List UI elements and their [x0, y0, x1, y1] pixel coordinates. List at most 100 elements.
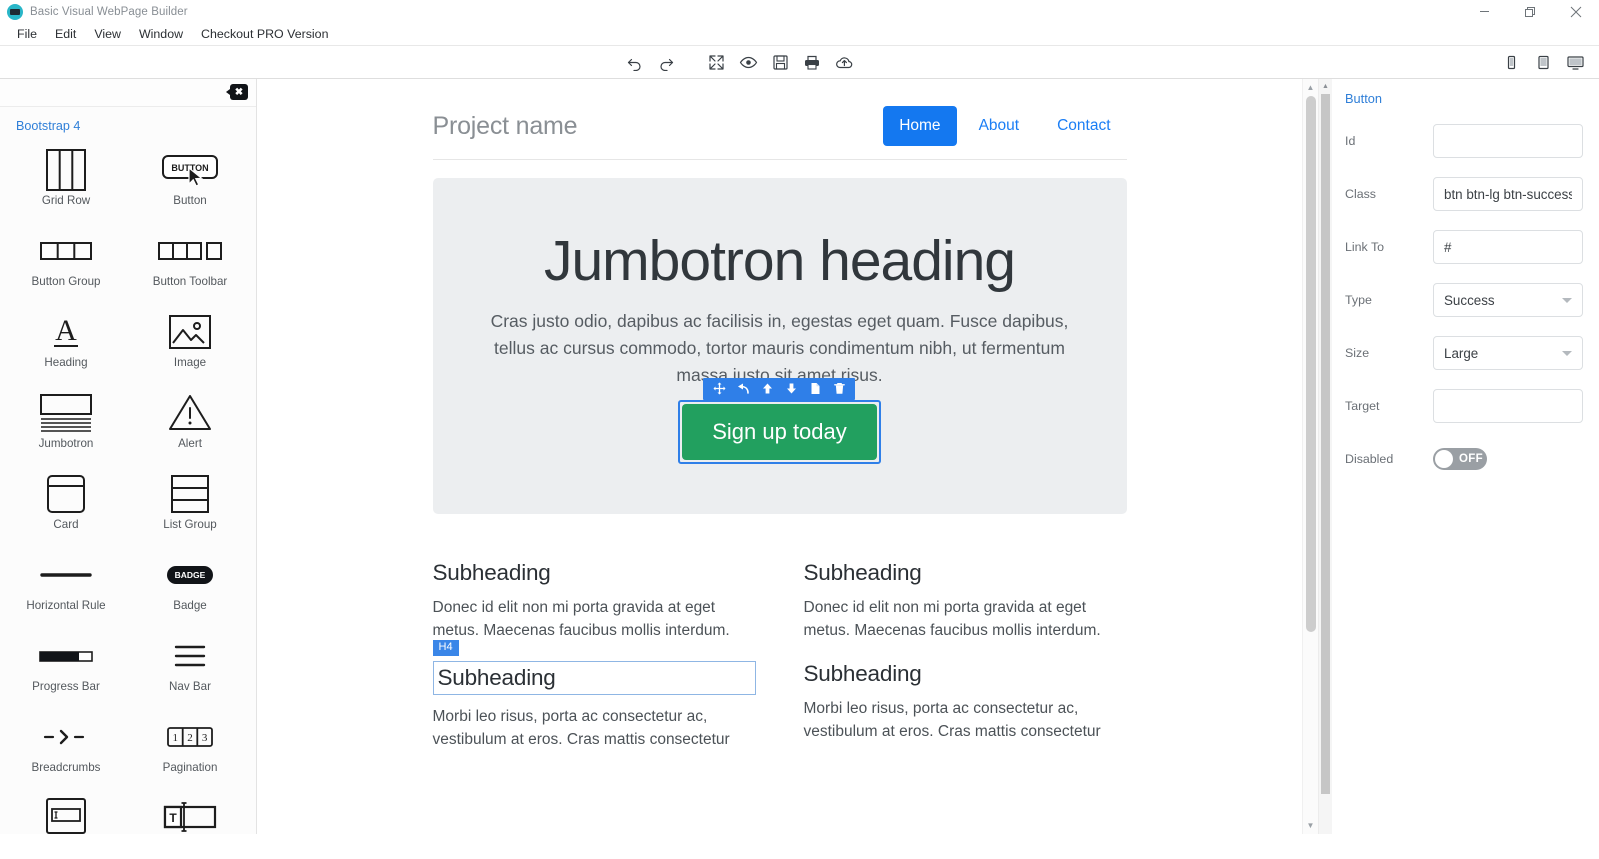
id-input[interactable]	[1433, 124, 1583, 158]
column-heading[interactable]: Subheading	[804, 661, 1127, 687]
sidebar-item-label: Jumbotron	[38, 437, 94, 450]
scroll-up-icon[interactable]: ▲	[1322, 79, 1329, 93]
menu-item-edit[interactable]: Edit	[46, 23, 85, 45]
phone-view-button[interactable]	[1495, 47, 1527, 77]
column-paragraph[interactable]: Donec id elit non mi porta gravida at eg…	[804, 596, 1127, 643]
toggle-state-label: OFF	[1459, 453, 1483, 465]
move-arrows-icon[interactable]	[708, 378, 730, 400]
size-select[interactable]: Large	[1433, 336, 1583, 370]
properties-body: Button Id Class Link To	[1319, 79, 1599, 478]
nav-link-about[interactable]: About	[963, 106, 1036, 146]
fullscreen-button[interactable]	[700, 47, 732, 77]
workspace: ✖ Bootstrap 4 Grid Row BUTTON Button But…	[0, 79, 1599, 834]
column-paragraph[interactable]: Donec id elit non mi porta gravida at eg…	[433, 596, 756, 643]
column-heading[interactable]: Subheading	[433, 560, 756, 586]
close-button[interactable]	[1553, 0, 1599, 23]
sidebar-item-breadcrumbs[interactable]: Breadcrumbs	[4, 706, 128, 787]
scrollbar-thumb[interactable]	[1321, 94, 1330, 794]
canvas-scrollbar[interactable]: ▲ ▼	[1302, 79, 1318, 834]
sidebar-item-label: Progress Bar	[32, 680, 100, 693]
breadcrumbs-icon	[37, 715, 95, 759]
property-field	[1433, 177, 1583, 211]
navbar-divider	[432, 159, 1127, 160]
sidebar-item-button-toolbar[interactable]: Button Toolbar	[128, 220, 252, 301]
close-icon[interactable]: ✖	[226, 84, 248, 100]
target-input[interactable]	[1433, 389, 1583, 423]
print-button[interactable]	[796, 47, 828, 77]
sidebar-item-text-field[interactable]: T Text Field	[128, 787, 252, 834]
scrollbar-thumb[interactable]	[1305, 96, 1316, 632]
column-paragraph[interactable]: Morbi leo risus, porta ac consectetur ac…	[804, 697, 1127, 744]
jumbotron-block[interactable]: Jumbotron heading Cras justo odio, dapib…	[432, 178, 1127, 514]
menu-item-checkout-pro[interactable]: Checkout PRO Version	[192, 23, 337, 45]
menu-item-window[interactable]: Window	[130, 23, 192, 45]
chevron-down-icon	[1562, 351, 1572, 356]
column-heading-selected[interactable]: Subheading	[432, 660, 756, 695]
title-bar: Basic Visual WebPage Builder	[0, 0, 1599, 23]
trash-icon[interactable]	[828, 378, 850, 400]
column-paragraph[interactable]: Morbi leo risus, porta ac consectetur ac…	[433, 705, 756, 752]
properties-scrollbar[interactable]: ▲	[1319, 79, 1332, 834]
save-button[interactable]	[764, 47, 796, 77]
app-icon	[7, 3, 23, 20]
preview-button[interactable]	[732, 47, 764, 77]
undo-button[interactable]	[618, 47, 650, 77]
nav-link-contact[interactable]: Contact	[1041, 106, 1126, 146]
sidebar-item-jumbotron[interactable]: Jumbotron	[4, 382, 128, 463]
jumbotron-heading[interactable]: Jumbotron heading	[467, 229, 1093, 294]
redo-button[interactable]	[650, 47, 682, 77]
scroll-up-icon[interactable]: ▲	[1303, 79, 1319, 96]
element-tag-badge: H4	[432, 639, 459, 656]
sidebar-item-grid-row[interactable]: Grid Row	[4, 139, 128, 220]
size-select-value: Large	[1444, 345, 1479, 361]
text-field-icon: T	[159, 796, 221, 834]
sidebar-item-horizontal-rule[interactable]: Horizontal Rule	[4, 544, 128, 625]
arrow-down-icon[interactable]	[780, 378, 802, 400]
minimize-button[interactable]	[1461, 0, 1507, 23]
menu-item-file[interactable]: File	[8, 23, 46, 45]
sidebar-item-list-group[interactable]: List Group	[128, 463, 252, 544]
property-label: Target	[1345, 399, 1380, 413]
page-canvas[interactable]: Project name Home About Contact Jumbotro…	[257, 79, 1302, 834]
type-select[interactable]: Success	[1433, 283, 1583, 317]
sidebar-item-button-group[interactable]: Button Group	[4, 220, 128, 301]
back-arrow-icon[interactable]	[732, 378, 754, 400]
restore-button[interactable]	[1507, 0, 1553, 23]
scroll-down-icon[interactable]: ▼	[1303, 817, 1319, 834]
sidebar-item-input[interactable]: Input	[4, 787, 128, 834]
menu-item-view[interactable]: View	[85, 23, 130, 45]
property-row-size: Size Large	[1345, 334, 1583, 372]
rendered-page: Project name Home About Contact Jumbotro…	[257, 79, 1302, 770]
copy-page-icon[interactable]	[804, 378, 826, 400]
column-heading[interactable]: Subheading	[804, 560, 1127, 586]
arrow-up-icon[interactable]	[756, 378, 778, 400]
components-sidebar: ✖ Bootstrap 4 Grid Row BUTTON Button But…	[0, 79, 257, 834]
sidebar-item-image[interactable]: Image	[128, 301, 252, 382]
sidebar-item-button[interactable]: BUTTON Button	[128, 139, 252, 220]
link-to-input[interactable]	[1433, 230, 1583, 264]
disabled-toggle[interactable]: OFF	[1433, 448, 1487, 470]
sidebar-item-alert[interactable]: Alert	[128, 382, 252, 463]
publish-button[interactable]	[828, 47, 860, 77]
sidebar-group-title: Bootstrap 4	[16, 119, 81, 133]
component-grid: Grid Row BUTTON Button Button Group Butt…	[0, 139, 256, 834]
class-input[interactable]	[1433, 177, 1583, 211]
tablet-view-button[interactable]	[1527, 47, 1559, 77]
sidebar-item-card[interactable]: Card	[4, 463, 128, 544]
signup-button[interactable]: Sign up today	[682, 403, 877, 460]
property-label: Class	[1345, 187, 1376, 201]
sidebar-item-label: Button	[173, 194, 207, 207]
sidebar-item-nav-bar[interactable]: Nav Bar	[128, 625, 252, 706]
menu-bar: File Edit View Window Checkout PRO Versi…	[0, 23, 1599, 45]
nav-link-home[interactable]: Home	[883, 106, 957, 146]
window-controls	[1461, 0, 1599, 23]
sidebar-item-heading[interactable]: A Heading	[4, 301, 128, 382]
desktop-view-button[interactable]	[1559, 47, 1591, 77]
sidebar-item-badge[interactable]: BADGE Badge	[128, 544, 252, 625]
sidebar-item-pagination[interactable]: 123 Pagination	[128, 706, 252, 787]
sidebar-item-progress-bar[interactable]: Progress Bar	[4, 625, 128, 706]
page-brand[interactable]: Project name	[433, 112, 578, 141]
property-field: OFF	[1433, 448, 1583, 470]
property-row-link-to: Link To	[1345, 228, 1583, 266]
scrollbar-track[interactable]	[1303, 96, 1319, 817]
